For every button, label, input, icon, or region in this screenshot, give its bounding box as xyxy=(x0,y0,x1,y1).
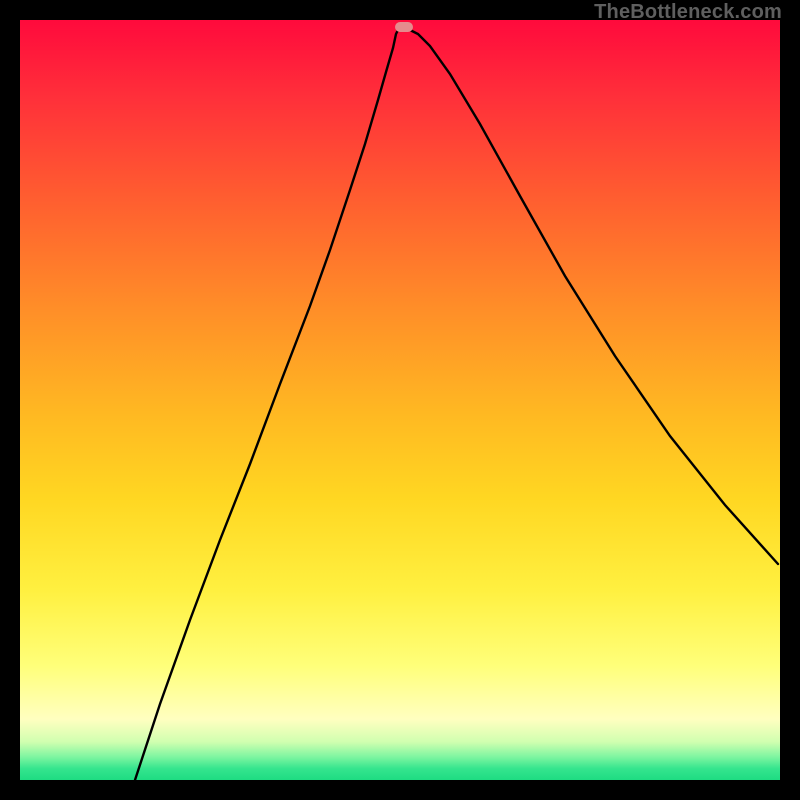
plot-area xyxy=(20,20,780,780)
chart-container: TheBottleneck.com xyxy=(0,0,800,800)
notch-curve xyxy=(135,30,778,780)
curve-svg xyxy=(20,20,780,780)
minimum-marker xyxy=(395,22,413,32)
